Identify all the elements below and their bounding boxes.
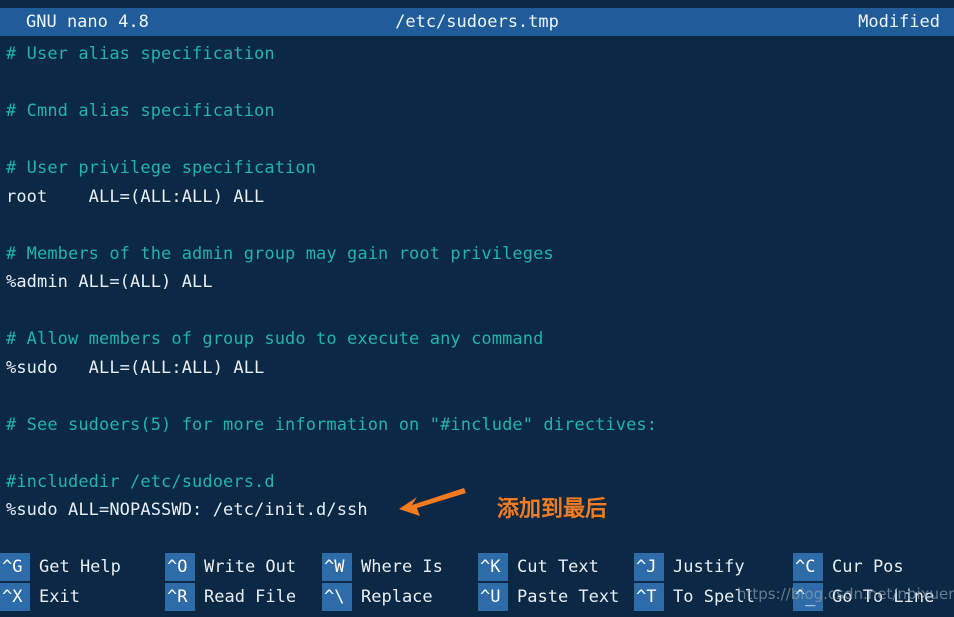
shortcut-label: Cut Text — [517, 557, 599, 577]
shortcut-key-badge: ^T — [634, 583, 664, 611]
shortcut-label: To Spell — [673, 587, 755, 607]
shortcut-item[interactable]: ^O Write Out — [165, 553, 296, 581]
shortcut-key-badge: ^G — [0, 553, 30, 581]
shortcut-item[interactable]: ^G Get Help — [0, 553, 121, 581]
shortcut-item[interactable]: ^U Paste Text — [478, 583, 619, 611]
shortcut-item[interactable]: ^_ Go To Line — [793, 583, 934, 611]
shortcut-bar: ^G Get Help ^X Exit ^O Write Out ^R Read File ^W… — [0, 553, 954, 617]
shortcut-key-badge: ^J — [634, 553, 664, 581]
editor-text-area[interactable]: # User alias specification # Cmnd alias s… — [0, 40, 954, 548]
shortcut-item[interactable]: ^K Cut Text — [478, 553, 599, 581]
editor-line: root ALL=(ALL:ALL) ALL — [6, 186, 265, 207]
shortcut-label: Justify — [673, 557, 745, 577]
annotation-arrow-icon — [399, 488, 466, 516]
editor-line: %sudo ALL=(ALL:ALL) ALL — [6, 357, 265, 378]
shortcut-label: Paste Text — [517, 587, 620, 607]
editor-line: # Cmnd alias specification — [6, 101, 275, 121]
titlebar-modified-status: Modified — [858, 12, 940, 32]
shortcut-key-badge: ^U — [478, 583, 508, 611]
shortcut-key-badge: ^X — [0, 583, 30, 611]
shortcut-item[interactable]: ^R Read File — [165, 583, 296, 611]
shortcut-item[interactable]: ^X Exit — [0, 583, 80, 611]
shortcut-label: Go To Line — [832, 587, 935, 607]
editor-line: # Members of the admin group may gain ro… — [6, 243, 554, 264]
shortcut-key-badge: ^R — [165, 583, 195, 611]
titlebar-filename: /etc/sudoers.tmp — [395, 12, 559, 32]
shortcut-label: Read File — [204, 587, 297, 607]
shortcut-item[interactable]: ^J Justify — [634, 553, 745, 581]
titlebar: GNU nano 4.8 /etc/sudoers.tmp Modified — [0, 8, 954, 36]
editor-line: # Allow members of group sudo to execute… — [6, 329, 544, 349]
shortcut-key-badge: ^W — [322, 553, 352, 581]
shortcut-label: Exit — [39, 587, 80, 607]
shortcut-item[interactable]: ^T To Spell — [634, 583, 755, 611]
shortcut-item[interactable]: ^\ Replace — [322, 583, 433, 611]
shortcut-label: Where Is — [361, 557, 443, 577]
shortcut-label: Write Out — [204, 557, 297, 577]
editor-line: #includedir /etc/sudoers.d — [6, 471, 275, 492]
editor-line: %sudo ALL=NOPASSWD: /etc/init.d/ssh — [6, 500, 368, 520]
shortcut-key-badge: ^K — [478, 553, 508, 581]
shortcut-label: Cur Pos — [832, 557, 904, 577]
shortcut-label: Replace — [361, 587, 433, 607]
shortcut-key-badge: ^C — [793, 553, 823, 581]
editor-line: # User alias specification — [6, 44, 275, 64]
editor-line: # User privilege specification — [6, 158, 317, 178]
shortcut-item[interactable]: ^C Cur Pos — [793, 553, 904, 581]
nano-editor-window: GNU nano 4.8 /etc/sudoers.tmp Modified #… — [0, 0, 954, 617]
shortcut-label: Get Help — [39, 557, 121, 577]
shortcut-key-badge: ^\ — [322, 583, 352, 611]
shortcut-key-badge: ^O — [165, 553, 195, 581]
shortcut-key-badge: ^_ — [793, 583, 823, 611]
editor-line: # See sudoers(5) for more information on… — [6, 414, 658, 435]
shortcut-item[interactable]: ^W Where Is — [322, 553, 443, 581]
editor-line: %admin ALL=(ALL) ALL — [6, 272, 213, 292]
annotation-label: 添加到最后 — [497, 497, 608, 522]
